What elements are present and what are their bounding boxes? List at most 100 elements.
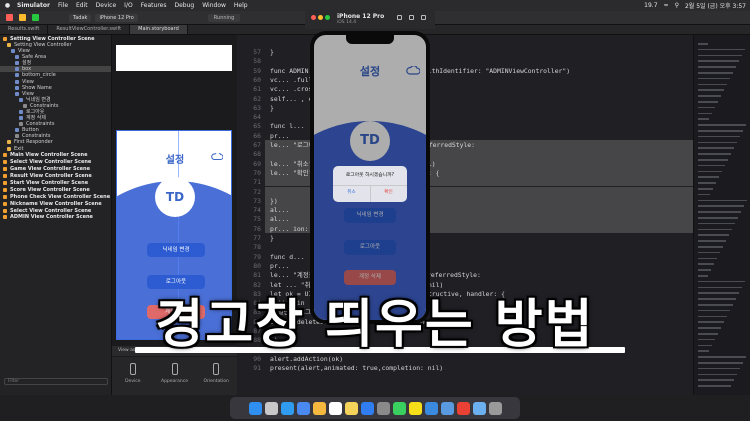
outline-row-label: Start View Controller Scene — [10, 179, 89, 186]
scene-icon — [3, 201, 7, 206]
wifi-icon[interactable]: ≈ — [664, 2, 669, 9]
orientation-icon — [213, 363, 220, 375]
menu-item-help[interactable]: Help — [234, 2, 248, 9]
launchpad-icon[interactable] — [264, 401, 278, 415]
notes-icon[interactable] — [344, 401, 358, 415]
view-icon — [15, 128, 19, 133]
alert-cancel-button[interactable]: 취소 — [333, 189, 370, 195]
menu-item-edit[interactable]: Edit — [76, 2, 88, 9]
minimap-line — [698, 77, 730, 80]
sim-zoom-button[interactable] — [325, 15, 330, 20]
view-icon — [15, 79, 19, 84]
sim-minimize-button[interactable] — [318, 15, 323, 20]
outline-filter-input[interactable]: Filter — [4, 378, 108, 385]
minimap-line — [698, 222, 735, 225]
code-line[interactable]: } — [270, 103, 274, 113]
minimap-line — [698, 54, 742, 57]
outline-row[interactable]: Start View Controller Scene — [0, 180, 111, 186]
cloud-icon — [211, 153, 223, 160]
view-icon — [15, 55, 19, 60]
phone-screen[interactable]: 설정 TD 타닥제작자 닉네임 변경 로그아웃 계정 삭제 로그아웃 하시겠습니… — [314, 35, 426, 320]
outline-row-label: View — [18, 48, 30, 55]
outline-row[interactable]: Game View Controller Scene — [0, 166, 111, 172]
outline-row[interactable]: Select View Controller Scene — [0, 159, 111, 165]
minimap-line — [698, 89, 724, 91]
avatar: TD — [155, 177, 195, 217]
minimap-line — [698, 257, 717, 260]
outline-row[interactable]: Exit — [0, 145, 111, 152]
outline-row[interactable]: Phone Check View Controller Scene — [0, 194, 111, 200]
scene-icon — [3, 180, 7, 185]
sim-close-button[interactable] — [311, 15, 316, 20]
outline-row-label: Main View Controller Scene — [10, 152, 88, 159]
outline-row[interactable]: Score View Controller Scene — [0, 187, 111, 193]
minimap-line — [698, 188, 713, 190]
finder-folder-icon[interactable] — [472, 401, 486, 415]
system-preferences-icon[interactable] — [376, 401, 390, 415]
menu-item-app[interactable]: Simulator — [17, 2, 50, 9]
outline-row-label: Button — [22, 127, 39, 134]
safari-icon[interactable] — [280, 401, 294, 415]
outline-row[interactable]: Select View Controller Scene — [0, 208, 111, 214]
close-window-button[interactable] — [6, 14, 13, 21]
tab-results-swift[interactable]: Results.swift — [0, 25, 49, 34]
code-line[interactable]: present(alert,animated: true,completion:… — [270, 363, 443, 373]
apple-menu-icon[interactable]: ● — [4, 2, 11, 9]
scene-icon — [3, 160, 7, 165]
constraints-icon — [15, 134, 19, 139]
menu-item-io[interactable]: I/O — [124, 2, 133, 9]
tab-resultviewcontroller-swift[interactable]: ResultViewController.swift — [48, 25, 131, 34]
logout-alert: 로그아웃 하시겠습니까? 취소 확인 — [333, 166, 407, 202]
appearance-selector[interactable]: Appearance — [154, 357, 196, 395]
photos-icon[interactable] — [312, 401, 326, 415]
calendar-icon[interactable] — [328, 401, 342, 415]
minimap-line — [698, 72, 733, 74]
trash-icon[interactable] — [488, 401, 502, 415]
simulator-icon[interactable] — [440, 401, 454, 415]
change-nickname-button[interactable]: 닉네임 변경 — [147, 243, 205, 257]
mail-icon[interactable] — [296, 401, 310, 415]
outline-row-label: Select View Controller Scene — [10, 159, 92, 166]
finder-icon[interactable] — [248, 401, 262, 415]
menu-item-window[interactable]: Window — [202, 2, 226, 9]
rotate-icon[interactable] — [421, 15, 426, 20]
zoom-window-button[interactable] — [32, 14, 39, 21]
menu-item-features[interactable]: Features — [141, 2, 167, 9]
minimap-line — [698, 48, 745, 51]
minimize-window-button[interactable] — [19, 14, 26, 21]
minimap-line — [698, 269, 711, 271]
kakaotalk-icon[interactable] — [408, 401, 422, 415]
outline-row[interactable]: Main View Controller Scene — [0, 152, 111, 158]
clock[interactable]: 2월 5일 (금) 오후 3:57 — [685, 1, 746, 10]
minimap-line — [698, 83, 727, 86]
outline-row-label: First Responder — [14, 139, 53, 146]
menu-item-device[interactable]: Device — [96, 2, 117, 9]
code-line[interactable]: } — [270, 47, 274, 57]
app-store-icon[interactable] — [360, 401, 374, 415]
minimap-line — [698, 95, 721, 97]
status-indicator[interactable]: 19.7 — [644, 2, 657, 9]
outline-row[interactable]: Result View Controller Scene — [0, 173, 111, 179]
alert-title: 로그아웃 하시겠습니까? — [345, 173, 395, 178]
outline-row[interactable]: Nickname View Controller Scene — [0, 201, 111, 207]
minimap-line — [698, 170, 722, 173]
menu-item-debug[interactable]: Debug — [175, 2, 195, 9]
scheme-selector[interactable]: Tadak — [69, 13, 92, 22]
chrome-icon[interactable] — [456, 401, 470, 415]
alert-ok-button[interactable]: 확인 — [370, 189, 407, 195]
outline-row-label: ADMIN View Controller Scene — [10, 214, 93, 221]
tab-main-storyboard[interactable]: Main.storyboard — [130, 25, 188, 34]
home-icon[interactable] — [397, 15, 402, 20]
search-icon[interactable]: ⚲ — [675, 2, 679, 9]
minimap-line — [698, 60, 739, 62]
messages-icon[interactable] — [392, 401, 406, 415]
view-controller-icon — [7, 140, 11, 145]
xcode-icon[interactable] — [424, 401, 438, 415]
screenshot-icon[interactable] — [409, 15, 414, 20]
device-selector[interactable]: Device — [112, 357, 154, 395]
code-line[interactable]: } — [270, 233, 274, 243]
outline-row[interactable]: ADMIN View Controller Scene — [0, 214, 111, 220]
menu-item-file[interactable]: File — [58, 2, 68, 9]
destination-selector[interactable]: iPhone 12 Pro — [95, 13, 138, 22]
orientation-selector[interactable]: Orientation — [195, 357, 237, 395]
